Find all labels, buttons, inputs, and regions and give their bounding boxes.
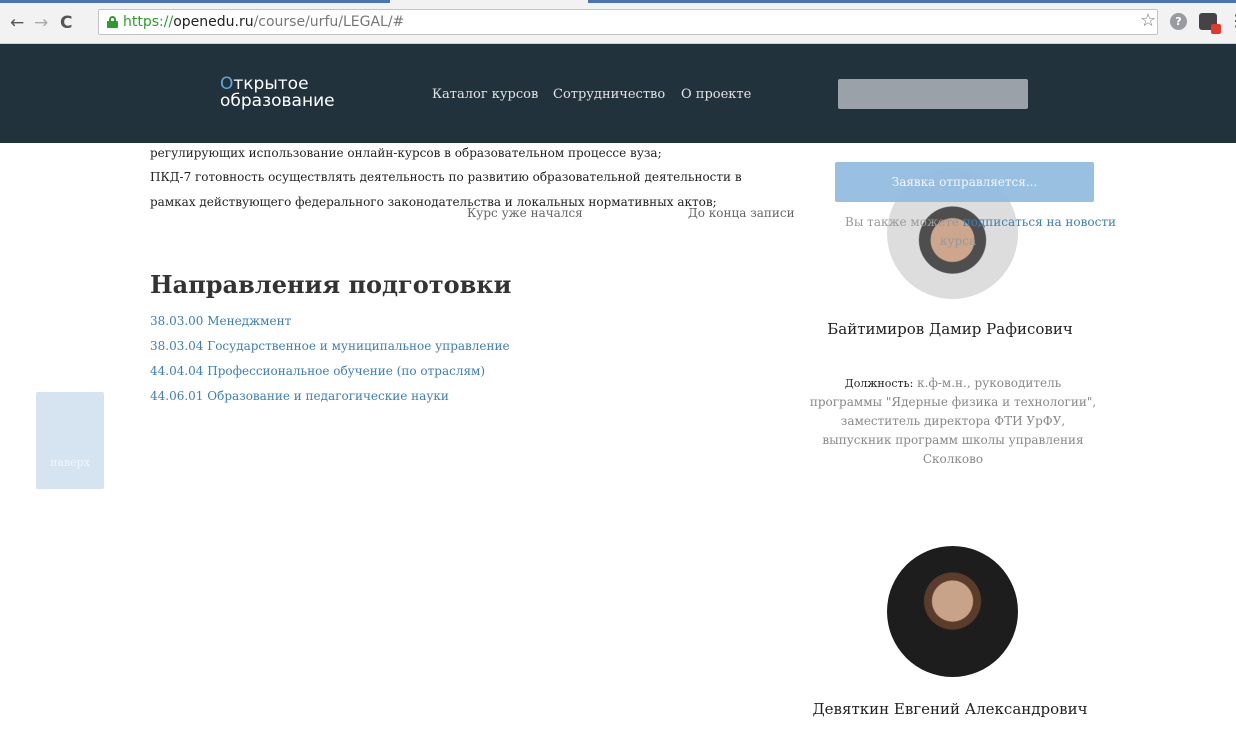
- instructor-photo: [887, 546, 1018, 677]
- tab-edge-right: [588, 0, 1236, 3]
- subscribe-text: Вы также можете подписаться на новости: [845, 215, 1116, 229]
- direction-link[interactable]: 38.03.04 Государственное и муниципальное…: [150, 339, 510, 353]
- url-text[interactable]: https://openedu.ru/course/urfu/LEGAL/#: [123, 14, 404, 30]
- help-icon[interactable]: ?: [1170, 13, 1187, 30]
- scroll-to-top-button[interactable]: наверх: [36, 392, 104, 489]
- instructor-name: Байтимиров Дамир Рафисович: [827, 320, 1073, 338]
- extension-icon[interactable]: [1199, 13, 1221, 34]
- course-started-label: Курс уже начался: [467, 206, 583, 220]
- tab-edge-left: [0, 0, 390, 3]
- extension-badge: [1211, 24, 1221, 34]
- back-icon[interactable]: ←: [10, 14, 24, 32]
- site-header: Открытое образование Каталог курсов Сотр…: [0, 44, 1236, 143]
- enrollment-end-label: До конца записи: [688, 206, 795, 220]
- reload-icon[interactable]: C: [60, 14, 72, 32]
- competence-text-line-3: рамках действующего федерального законод…: [150, 195, 717, 209]
- directions-title: Направления подготовки: [150, 270, 512, 299]
- competence-text-line-1: регулирующих использование онлайн-курсов…: [150, 146, 662, 160]
- direction-link[interactable]: 44.06.01 Образование и педагогические на…: [150, 389, 449, 403]
- browser-menu-icon[interactable]: ⋮: [1228, 11, 1236, 31]
- forward-icon[interactable]: →: [34, 14, 48, 32]
- enroll-submit-button[interactable]: Заявка отправляется...: [835, 162, 1094, 202]
- direction-link[interactable]: 38.03.00 Менеджмент: [150, 314, 291, 328]
- instructor-name: Девяткин Евгений Александрович: [812, 700, 1088, 718]
- instructor-position: Должность: к.ф-м.н., руководитель програ…: [809, 376, 1097, 466]
- lock-icon: [107, 16, 118, 28]
- search-input[interactable]: [838, 79, 1028, 109]
- direction-link[interactable]: 44.04.04 Профессиональное обучение (по о…: [150, 364, 485, 378]
- competence-text-line-2: ПКД-7 готовность осуществлять деятельнос…: [150, 170, 742, 184]
- subscribe-link[interactable]: подписаться на новости: [963, 215, 1116, 229]
- address-bar[interactable]: https://openedu.ru/course/urfu/LEGAL/#: [98, 9, 1158, 35]
- subscribe-text-suffix: курса: [940, 234, 977, 248]
- nav-cooperation[interactable]: Сотрудничество: [553, 87, 665, 102]
- bookmark-star-icon[interactable]: ☆: [1140, 11, 1156, 31]
- browser-toolbar: ← → C https://openedu.ru/course/urfu/LEG…: [0, 0, 1236, 44]
- scroll-to-top-label: наверх: [50, 456, 90, 469]
- nav-catalog[interactable]: Каталог курсов: [432, 87, 538, 102]
- site-logo[interactable]: Открытое образование: [220, 76, 335, 110]
- nav-about[interactable]: О проекте: [681, 87, 751, 102]
